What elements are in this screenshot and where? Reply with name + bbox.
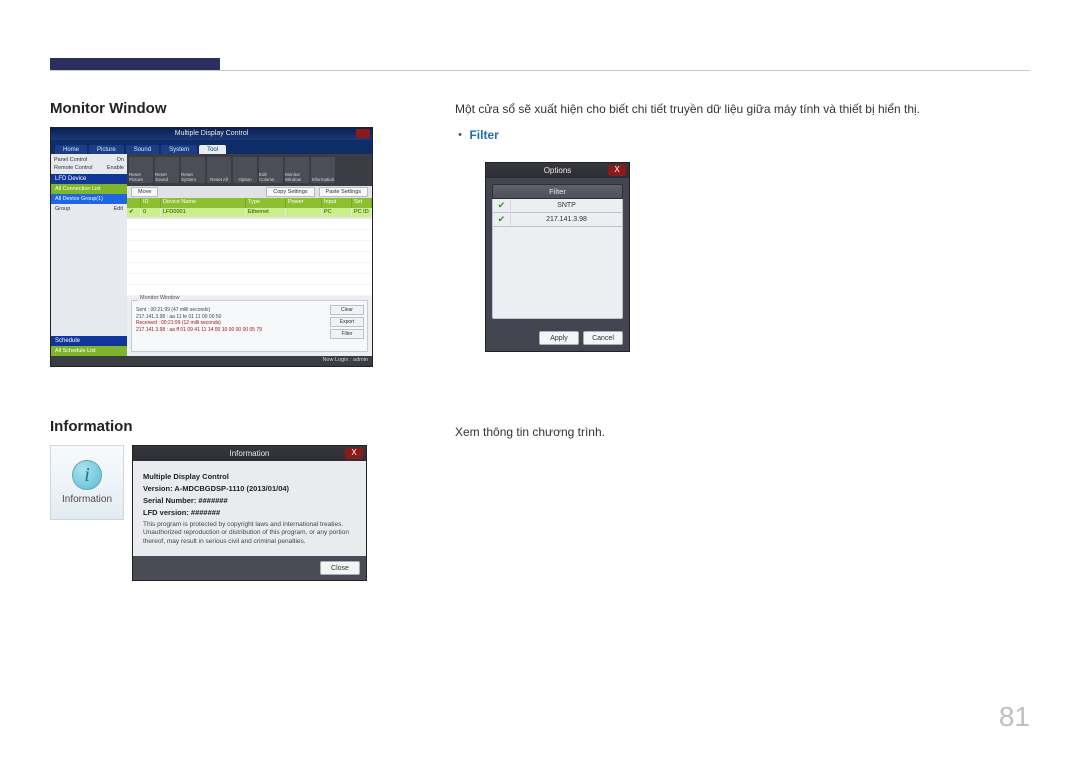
filter-list-empty [492,227,623,319]
info-version: Version: A-MDCBGDSP-1110 (2013/01/04) [143,484,356,493]
filter-bullet-label: Filter [469,128,498,142]
device-table-header: ID Device Name Type Power Input Set [127,198,372,208]
move-button[interactable]: Move [131,187,158,197]
export-button[interactable]: Export [330,317,364,327]
side-all-connection[interactable]: All Connection List [51,184,127,194]
check-icon[interactable]: ✔ [493,200,511,211]
th-power: Power [286,198,322,208]
side-all-schedule[interactable]: All Schedule List [51,346,127,356]
filter-value: SNTP [511,202,622,209]
monitor-box-title: Monitor Window [138,295,181,301]
reset-sound-button[interactable]: Reset Sound [155,157,179,183]
filter-dialog-titlebar: Options X [486,163,629,178]
information-description: Xem thông tin chương trình. [455,423,1015,441]
mdc-sidebar: Panel Control On Remote Control Enable LFD… [51,154,127,356]
monitor-window-description: Một cửa sổ sẽ xuất hiện cho biết chi tiế… [455,100,1015,118]
close-icon[interactable] [356,129,370,138]
info-serial: Serial Number: ####### [143,496,356,505]
th-id: ID [141,198,161,208]
remote-control-label: Remote Control [54,165,93,171]
paste-settings-button[interactable]: Paste Settings [319,187,368,197]
tab-sound[interactable]: Sound [126,145,159,154]
close-button[interactable]: Close [320,561,360,575]
table-row[interactable]: ✔ 0 LFD0001 Ethernet PC PC ID [127,208,372,218]
th-setting: Set [352,198,372,208]
header-accent-bar [50,58,220,70]
mdc-footer: Now Login : admin [51,356,372,366]
information-heading: Information [50,418,380,435]
th-name: Device Name [161,198,246,208]
filter-row[interactable]: ✔ 217.141.3.98 [492,213,623,227]
option-button[interactable]: Option [233,157,257,183]
close-icon[interactable]: X [345,448,363,459]
info-program-name: Multiple Display Control [143,472,356,481]
tab-home[interactable]: Home [55,145,87,154]
filter-dialog-title: Options [544,166,572,175]
cancel-button[interactable]: Cancel [583,331,623,345]
tab-picture[interactable]: Picture [89,145,124,154]
monitor-window-button[interactable]: Monitor Window [285,157,309,183]
th-input: Input [322,198,352,208]
device-table-empty [127,218,372,296]
information-icon-card: i Information [50,445,124,520]
filter-dialog-screenshot: Options X Filter ✔ SNTP ✔ 217.141.3.98 A… [485,162,630,352]
th-type: Type [246,198,286,208]
info-icon: i [72,460,102,490]
information-button[interactable]: Information [311,157,335,183]
monitor-window-heading: Monitor Window [50,100,380,117]
filter-row[interactable]: ✔ SNTP [492,199,623,213]
side-schedule[interactable]: Schedule [51,336,127,346]
info-legal-text: This program is protected by copyright l… [143,521,356,546]
info-icon-label: Information [62,494,112,505]
info-dialog-titlebar: Information X [133,446,366,461]
filter-button[interactable]: Filter [330,329,364,339]
bullet-dot-icon: • [455,129,465,141]
side-device-group[interactable]: All Device Group(1) [51,194,127,204]
info-dialog-title: Information [229,449,269,458]
mdc-tab-bar: Home Picture Sound System Tool [51,140,372,154]
side-group-label: Group [55,206,70,212]
clear-button[interactable]: Clear [330,305,364,315]
reset-all-button[interactable]: Reset All [207,157,231,183]
reset-picture-button[interactable]: Reset Picture [129,157,153,183]
check-icon[interactable]: ✔ [493,214,511,225]
close-icon[interactable]: X [608,165,626,176]
filter-list-header: Filter [492,184,623,199]
information-dialog-screenshot: Information X Multiple Display Control V… [132,445,367,581]
panel-control-label: Panel Control [54,157,87,163]
filter-value: 217.141.3.98 [511,216,622,223]
reset-system-button[interactable]: Reset System [181,157,205,183]
panel-control-value[interactable]: On [117,157,124,163]
mdc-title: Multiple Display Control [175,130,249,137]
copy-settings-button[interactable]: Copy Settings [266,187,314,197]
info-lfd-version: LFD version: ####### [143,508,356,517]
remote-control-value[interactable]: Enable [107,165,124,171]
side-edit-button[interactable]: Edit [114,206,123,212]
side-lfd-device[interactable]: LFD Device [51,174,127,184]
mdc-titlebar: Multiple Display Control [51,128,372,140]
apply-button[interactable]: Apply [539,331,579,345]
tab-system[interactable]: System [161,145,197,154]
edit-column-button[interactable]: Edit Column [259,157,283,183]
monitor-log-box: Monitor Window Sent : 00:21:99 (47 milli… [131,300,368,352]
page-number: 81 [999,701,1030,733]
header-rule [50,70,1030,71]
mdc-app-screenshot: Multiple Display Control Home Picture So… [50,127,373,367]
tab-tool[interactable]: Tool [199,145,226,154]
mdc-toolbar: Reset Picture Reset Sound Reset System R… [127,154,372,186]
log-recv-data: 217.141.3.98 : aa ff 01 09 41 11 14 00 1… [136,327,363,334]
